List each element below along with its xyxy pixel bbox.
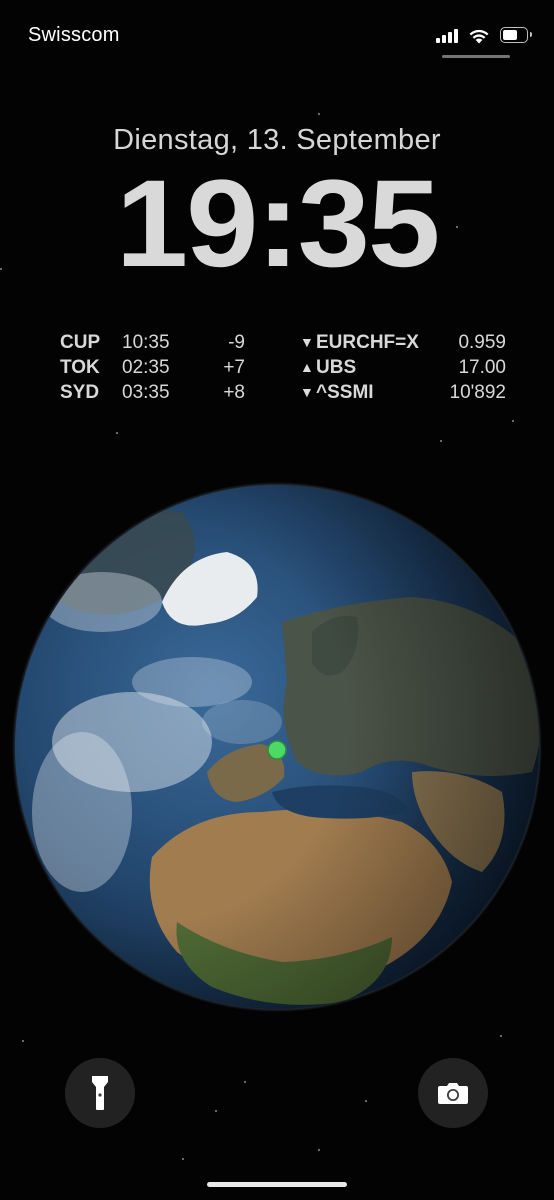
home-indicator[interactable] bbox=[207, 1182, 347, 1187]
battery-level-fill bbox=[503, 30, 518, 40]
world-clock-time: 02:35 bbox=[122, 357, 170, 378]
star bbox=[365, 1100, 367, 1102]
flashlight-icon bbox=[92, 1076, 108, 1110]
star bbox=[318, 1149, 320, 1151]
lock-screen: Swisscom Dienstag, 13. September 19:35 C… bbox=[0, 0, 554, 1200]
stock-value: 17.00 bbox=[458, 357, 506, 378]
star bbox=[318, 113, 320, 115]
stock-symbol: ^SSMI bbox=[316, 382, 374, 403]
star bbox=[244, 1081, 246, 1083]
stock-row: ▼ EURCHF=X 0.959 bbox=[300, 330, 506, 355]
star bbox=[440, 440, 442, 442]
stock-down-arrow-icon: ▼ bbox=[300, 384, 314, 400]
control-center-indicator[interactable] bbox=[442, 55, 510, 58]
stock-up-arrow-icon: ▲ bbox=[300, 359, 314, 375]
world-clock-time: 03:35 bbox=[122, 382, 170, 403]
world-clock-row: TOK 02:35 +7 bbox=[60, 355, 245, 380]
star bbox=[116, 432, 118, 434]
camera-icon bbox=[438, 1083, 468, 1104]
world-clock-time: 10:35 bbox=[122, 332, 170, 353]
star bbox=[182, 1158, 184, 1160]
star bbox=[500, 1035, 502, 1037]
star bbox=[512, 420, 514, 422]
stocks-widget[interactable]: ▼ EURCHF=X 0.959 ▲ UBS 17.00 ▼ ^SSMI 10'… bbox=[300, 330, 506, 405]
world-clock-city: CUP bbox=[60, 332, 101, 353]
world-clock-offset: -9 bbox=[228, 332, 245, 353]
world-clock-widget[interactable]: CUP 10:35 -9 TOK 02:35 +7 SYD 03:35 +8 bbox=[60, 330, 245, 405]
world-clock-row: CUP 10:35 -9 bbox=[60, 330, 245, 355]
earth-globe-image bbox=[12, 482, 542, 1012]
earth-wallpaper bbox=[12, 482, 542, 1012]
flashlight-button[interactable] bbox=[65, 1058, 135, 1128]
star bbox=[22, 1040, 24, 1042]
status-icons[interactable] bbox=[436, 22, 532, 48]
wifi-icon bbox=[469, 29, 489, 43]
camera-button[interactable] bbox=[418, 1058, 488, 1128]
stock-value: 0.959 bbox=[458, 332, 506, 353]
world-clock-offset: +8 bbox=[223, 382, 245, 403]
world-clock-row: SYD 03:35 +8 bbox=[60, 380, 245, 405]
stock-value: 10'892 bbox=[449, 382, 506, 403]
stock-symbol: EURCHF=X bbox=[316, 332, 419, 353]
world-clock-offset: +7 bbox=[223, 357, 245, 378]
world-clock-city: SYD bbox=[60, 382, 100, 403]
stock-symbol: UBS bbox=[316, 357, 357, 378]
lock-screen-date: Dienstag, 13. September bbox=[113, 124, 441, 156]
star bbox=[215, 1110, 217, 1112]
cellular-signal-icon bbox=[436, 27, 458, 43]
stock-row: ▲ UBS 17.00 bbox=[300, 355, 506, 380]
lock-screen-time: 19:35 bbox=[115, 155, 441, 293]
battery-icon bbox=[500, 27, 532, 43]
location-marker bbox=[267, 740, 287, 760]
world-clock-city: TOK bbox=[60, 357, 100, 378]
stock-row: ▼ ^SSMI 10'892 bbox=[300, 380, 506, 405]
stock-down-arrow-icon: ▼ bbox=[300, 334, 314, 350]
carrier-name: Swisscom bbox=[28, 24, 120, 46]
